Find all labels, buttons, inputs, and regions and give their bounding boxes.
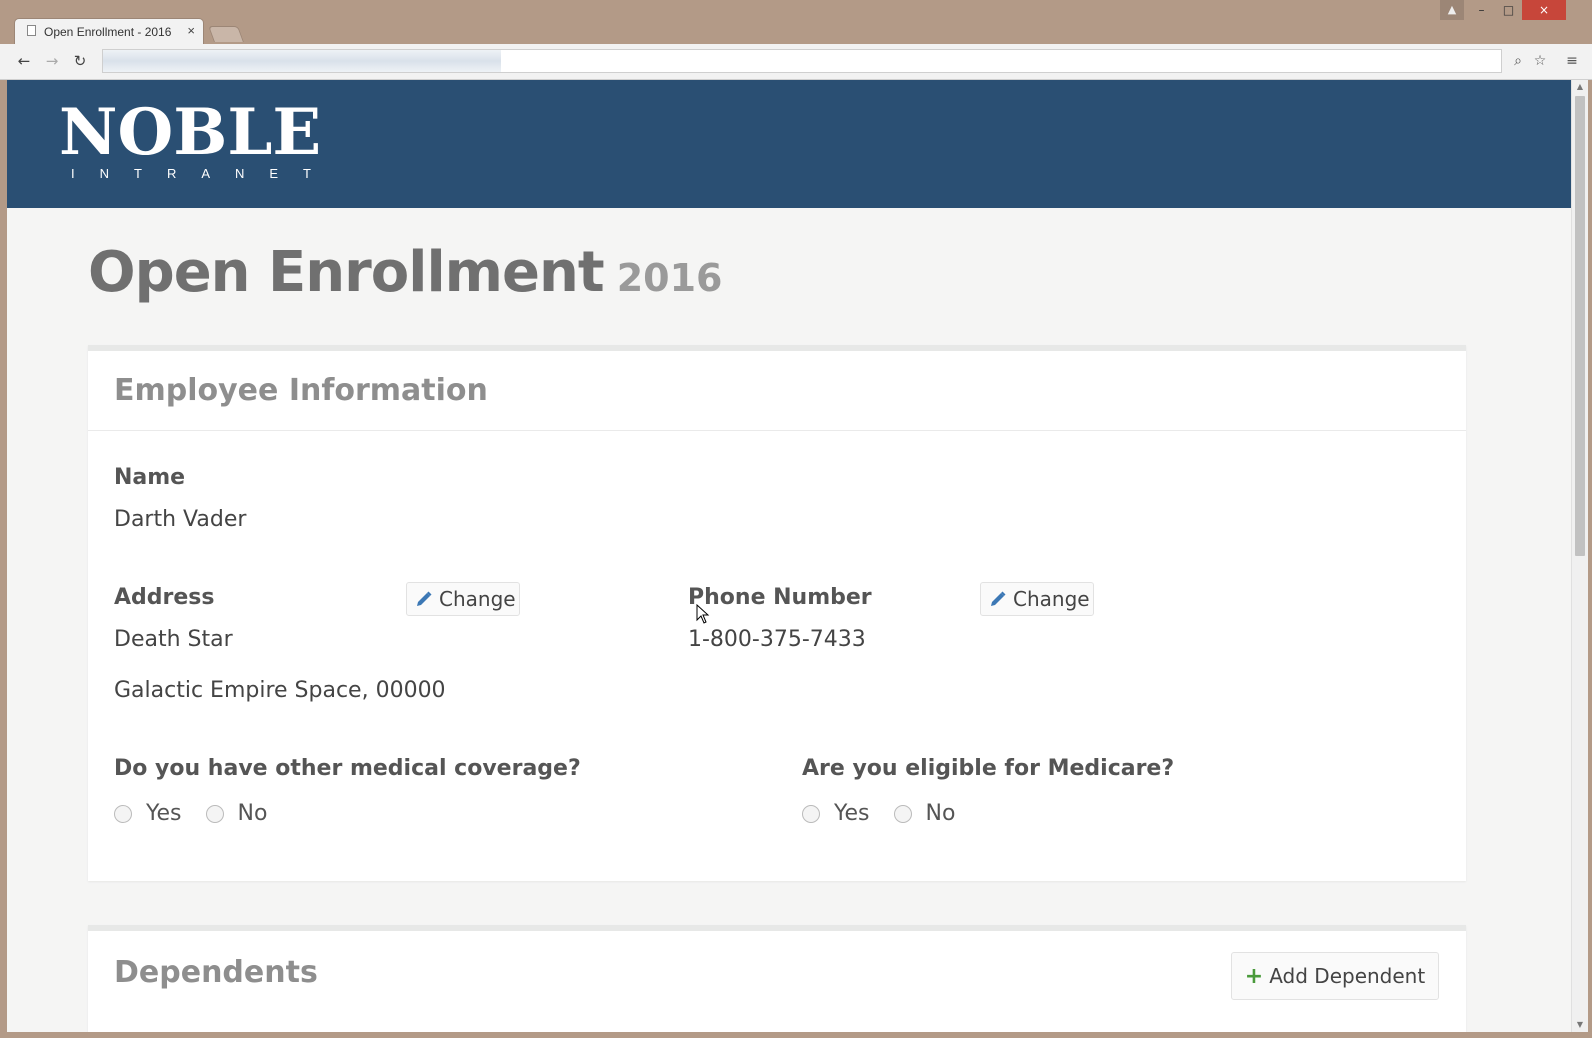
name-label: Name — [114, 465, 186, 490]
address-label: Address — [114, 585, 215, 610]
address-line2: Galactic Empire Space, 00000 — [114, 678, 446, 703]
medicare-yes-radio[interactable] — [802, 804, 820, 823]
medicare-question: Are you eligible for Medicare? — [802, 756, 1175, 781]
coverage-no-label[interactable]: No — [238, 801, 268, 826]
dependents-panel: Dependents + Add Dependent — [88, 925, 1466, 1032]
logo-main-text: NOBLE — [59, 95, 322, 170]
name-value: Darth Vader — [114, 507, 247, 532]
change-address-button[interactable]: Change — [406, 582, 520, 616]
phone-value: 1-800-375-7433 — [688, 627, 866, 652]
tab-close-icon[interactable]: × — [187, 23, 195, 38]
noble-intranet-logo[interactable]: NOBLE INTRANET — [59, 95, 336, 182]
pencil-icon — [991, 591, 1006, 606]
coverage-yes-label[interactable]: Yes — [146, 801, 182, 826]
phone-label: Phone Number — [688, 585, 872, 610]
coverage-no-radio[interactable] — [205, 804, 224, 823]
change-phone-label: Change — [1013, 587, 1090, 611]
address-bar-url — [103, 50, 501, 72]
dependents-title: Dependents — [114, 955, 318, 990]
panel-title: Employee Information — [114, 373, 488, 408]
medicare-yes-label[interactable]: Yes — [834, 801, 870, 826]
add-dependent-button[interactable]: + Add Dependent — [1231, 952, 1439, 1000]
medicare-no-radio[interactable] — [893, 804, 912, 823]
new-tab-button[interactable] — [208, 26, 244, 42]
page-scrollbar[interactable]: ▲ ▼ — [1571, 80, 1588, 1032]
page-title: Open Enrollment 2016 — [88, 240, 722, 305]
maximize-button[interactable]: □ — [1495, 0, 1522, 20]
coverage-question: Do you have other medical coverage? — [114, 756, 581, 781]
mouse-cursor-icon — [696, 604, 710, 624]
medicare-radio-group: Yes No — [802, 801, 979, 826]
zoom-icon[interactable]: ⌕ — [1508, 51, 1528, 71]
brand-header: NOBLE INTRANET — [7, 80, 1571, 208]
medicare-no-label[interactable]: No — [926, 801, 956, 826]
coverage-yes-radio[interactable] — [114, 804, 132, 823]
page-title-year: 2016 — [616, 256, 723, 300]
scroll-down-icon[interactable]: ▼ — [1572, 1018, 1588, 1032]
document-icon — [27, 25, 36, 36]
panel-header: Employee Information — [88, 351, 1466, 431]
page-viewport: NOBLE INTRANET Open Enrollment 2016 Empl… — [7, 80, 1571, 1032]
tab-title: Open Enrollment - 2016 — [44, 25, 172, 39]
user-profile-icon[interactable]: ▲ — [1440, 0, 1464, 20]
forward-arrow-icon[interactable]: → — [42, 51, 62, 71]
minimize-button[interactable]: – — [1468, 0, 1495, 20]
page-title-text: Open Enrollment — [88, 240, 605, 305]
plus-icon: + — [1244, 963, 1264, 989]
add-dependent-label: Add Dependent — [1269, 964, 1426, 988]
address-line1: Death Star — [114, 627, 233, 652]
browser-tab[interactable]: Open Enrollment - 2016 × — [14, 18, 204, 45]
window-titlebar: Open Enrollment - 2016 × ▲ – □ × — [0, 0, 1592, 45]
reload-icon[interactable]: ↻ — [70, 51, 90, 71]
coverage-radio-group: Yes No — [114, 801, 291, 826]
employee-information-panel: Employee Information Name Darth Vader Ad… — [88, 345, 1466, 881]
change-phone-button[interactable]: Change — [980, 582, 1094, 616]
scroll-up-icon[interactable]: ▲ — [1572, 80, 1588, 94]
pencil-icon — [417, 591, 432, 606]
close-window-button[interactable]: × — [1522, 0, 1566, 20]
scrollbar-thumb[interactable] — [1575, 96, 1585, 556]
logo-sub-text: INTRANET — [71, 166, 336, 181]
bookmark-star-icon[interactable]: ☆ — [1530, 51, 1550, 71]
back-arrow-icon[interactable]: ← — [14, 51, 34, 71]
browser-menu-icon[interactable]: ≡ — [1562, 51, 1582, 71]
browser-toolbar: ← → ↻ ⌕ ☆ ≡ — [0, 44, 1592, 80]
window-controls: – □ × — [1468, 0, 1566, 20]
address-bar[interactable] — [102, 49, 1502, 73]
change-address-label: Change — [439, 587, 516, 611]
